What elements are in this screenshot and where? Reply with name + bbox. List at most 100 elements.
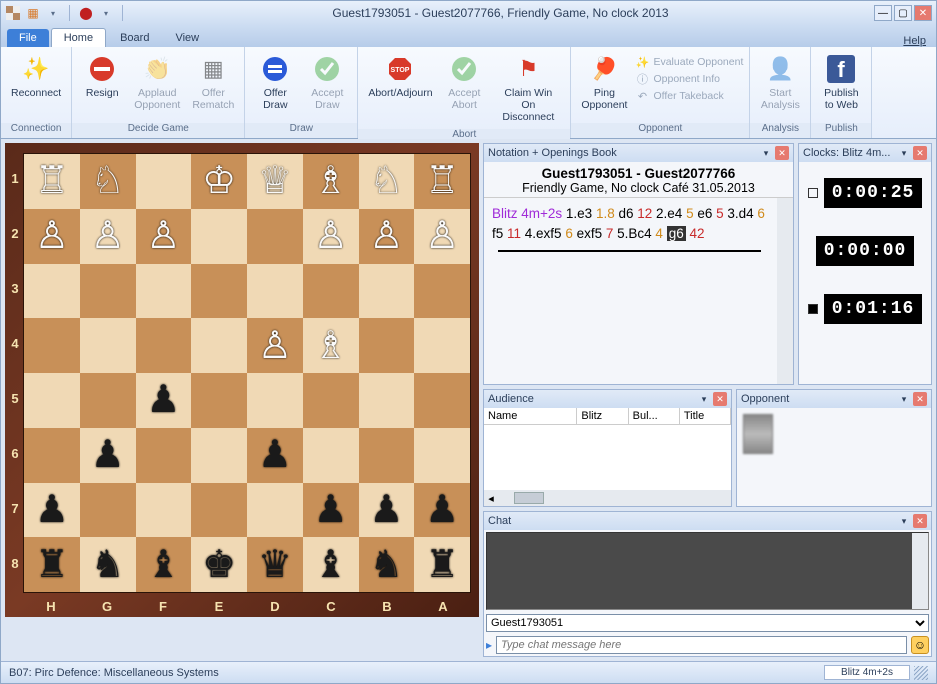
square-e5[interactable] xyxy=(191,373,247,428)
square-h6[interactable] xyxy=(24,428,80,483)
square-e4[interactable] xyxy=(191,318,247,373)
square-a6[interactable] xyxy=(414,428,470,483)
square-a7[interactable]: ♟ xyxy=(414,483,470,538)
square-d7[interactable] xyxy=(247,483,303,538)
square-g2[interactable]: ♙ xyxy=(80,209,136,264)
move-token[interactable]: e6 xyxy=(694,206,717,221)
dropdown-icon[interactable]: ▾ xyxy=(98,5,114,21)
square-h7[interactable]: ♟ xyxy=(24,483,80,538)
square-g8[interactable]: ♞ xyxy=(80,537,136,592)
close-icon[interactable]: ✕ xyxy=(913,146,927,160)
qat-board-icon[interactable] xyxy=(5,5,21,21)
square-c6[interactable] xyxy=(303,428,359,483)
square-h1[interactable]: ♖ xyxy=(24,154,80,209)
move-token[interactable]: 5 xyxy=(716,206,724,221)
square-f6[interactable] xyxy=(136,428,192,483)
square-g4[interactable] xyxy=(80,318,136,373)
move-token[interactable]: d6 xyxy=(615,206,638,221)
chess-board[interactable]: ♖♘♔♕♗♘♖♙♙♙♙♙♙♙♗♟♟♟♟♟♟♟♜♞♝♚♛♝♞♜ xyxy=(23,153,471,593)
move-token[interactable]: exf5 xyxy=(573,226,606,241)
col-title[interactable]: Title xyxy=(680,408,731,424)
square-d8[interactable]: ♛ xyxy=(247,537,303,592)
square-c7[interactable]: ♟ xyxy=(303,483,359,538)
square-f1[interactable] xyxy=(136,154,192,209)
offer-draw-button[interactable]: Offer Draw xyxy=(251,51,299,113)
square-h4[interactable] xyxy=(24,318,80,373)
scrollbar[interactable] xyxy=(777,198,793,384)
square-h3[interactable] xyxy=(24,264,80,319)
move-token[interactable]: 6 xyxy=(757,206,765,221)
square-e1[interactable]: ♔ xyxy=(191,154,247,209)
move-token[interactable]: 12 xyxy=(637,206,652,221)
claim-win-button[interactable]: ⚑ Claim Win On Disconnect xyxy=(492,51,564,125)
square-e8[interactable]: ♚ xyxy=(191,537,247,592)
square-g7[interactable] xyxy=(80,483,136,538)
publish-web-button[interactable]: f Publish to Web xyxy=(817,51,865,113)
square-f2[interactable]: ♙ xyxy=(136,209,192,264)
move-token[interactable]: g6 xyxy=(667,226,686,241)
scrollbar[interactable] xyxy=(912,533,928,609)
square-c3[interactable] xyxy=(303,264,359,319)
resize-grip[interactable] xyxy=(914,666,928,680)
tab-board[interactable]: Board xyxy=(108,29,161,47)
close-button[interactable]: ✕ xyxy=(914,5,932,21)
close-icon[interactable]: ✕ xyxy=(913,392,927,406)
notation-moves[interactable]: Blitz 4m+2s 1.e3 1.8 d6 12 2.e4 5 e6 5 3… xyxy=(484,197,793,384)
square-f3[interactable] xyxy=(136,264,192,319)
file-tab[interactable]: File xyxy=(7,29,49,47)
dropdown-icon[interactable]: ▾ xyxy=(45,5,61,21)
square-b2[interactable]: ♙ xyxy=(359,209,415,264)
move-token[interactable]: 1.8 xyxy=(596,206,615,221)
move-token[interactable]: 4 xyxy=(655,226,663,241)
col-name[interactable]: Name xyxy=(484,408,577,424)
square-a2[interactable]: ♙ xyxy=(414,209,470,264)
emoji-button[interactable]: ☺ xyxy=(911,636,929,654)
square-f5[interactable]: ♟ xyxy=(136,373,192,428)
square-c1[interactable]: ♗ xyxy=(303,154,359,209)
col-bullet[interactable]: Bul... xyxy=(629,408,680,424)
reconnect-button[interactable]: ✨ Reconnect xyxy=(7,51,65,101)
move-token[interactable]: 5.Bc4 xyxy=(613,226,655,241)
move-token[interactable]: 11 xyxy=(507,226,521,241)
square-g6[interactable]: ♟ xyxy=(80,428,136,483)
square-f8[interactable]: ♝ xyxy=(136,537,192,592)
minimize-button[interactable]: — xyxy=(874,5,892,21)
move-token[interactable]: 4.exf5 xyxy=(521,226,565,241)
square-b1[interactable]: ♘ xyxy=(359,154,415,209)
move-token[interactable]: 42 xyxy=(689,226,704,241)
move-token[interactable]: 1.e3 xyxy=(562,206,596,221)
square-b7[interactable]: ♟ xyxy=(359,483,415,538)
square-a8[interactable]: ♜ xyxy=(414,537,470,592)
maximize-button[interactable]: ▢ xyxy=(894,5,912,21)
square-e2[interactable] xyxy=(191,209,247,264)
qat-board2-icon[interactable]: ▦ xyxy=(25,5,41,21)
square-a4[interactable] xyxy=(414,318,470,373)
horizontal-scrollbar[interactable]: ◂ xyxy=(484,490,731,506)
square-e6[interactable] xyxy=(191,428,247,483)
square-d4[interactable]: ♙ xyxy=(247,318,303,373)
square-h8[interactable]: ♜ xyxy=(24,537,80,592)
square-b4[interactable] xyxy=(359,318,415,373)
tab-view[interactable]: View xyxy=(163,29,211,47)
square-d5[interactable] xyxy=(247,373,303,428)
resign-button[interactable]: Resign xyxy=(78,51,126,101)
square-b5[interactable] xyxy=(359,373,415,428)
ping-button[interactable]: 🏓 Ping Opponent xyxy=(577,51,631,113)
dropdown-icon[interactable]: ▾ xyxy=(759,146,773,160)
close-icon[interactable]: ✕ xyxy=(713,392,727,406)
move-token[interactable]: 3.d4 xyxy=(724,206,758,221)
move-token[interactable]: 6 xyxy=(565,226,573,241)
square-c8[interactable]: ♝ xyxy=(303,537,359,592)
square-a3[interactable] xyxy=(414,264,470,319)
square-f4[interactable] xyxy=(136,318,192,373)
square-b3[interactable] xyxy=(359,264,415,319)
square-g1[interactable]: ♘ xyxy=(80,154,136,209)
dropdown-icon[interactable]: ▾ xyxy=(897,514,911,528)
square-c2[interactable]: ♙ xyxy=(303,209,359,264)
square-g5[interactable] xyxy=(80,373,136,428)
dropdown-icon[interactable]: ▾ xyxy=(697,392,711,406)
abort-button[interactable]: STOP Abort/Adjourn xyxy=(364,51,436,101)
square-e7[interactable] xyxy=(191,483,247,538)
close-icon[interactable]: ✕ xyxy=(775,146,789,160)
col-blitz[interactable]: Blitz xyxy=(577,408,628,424)
